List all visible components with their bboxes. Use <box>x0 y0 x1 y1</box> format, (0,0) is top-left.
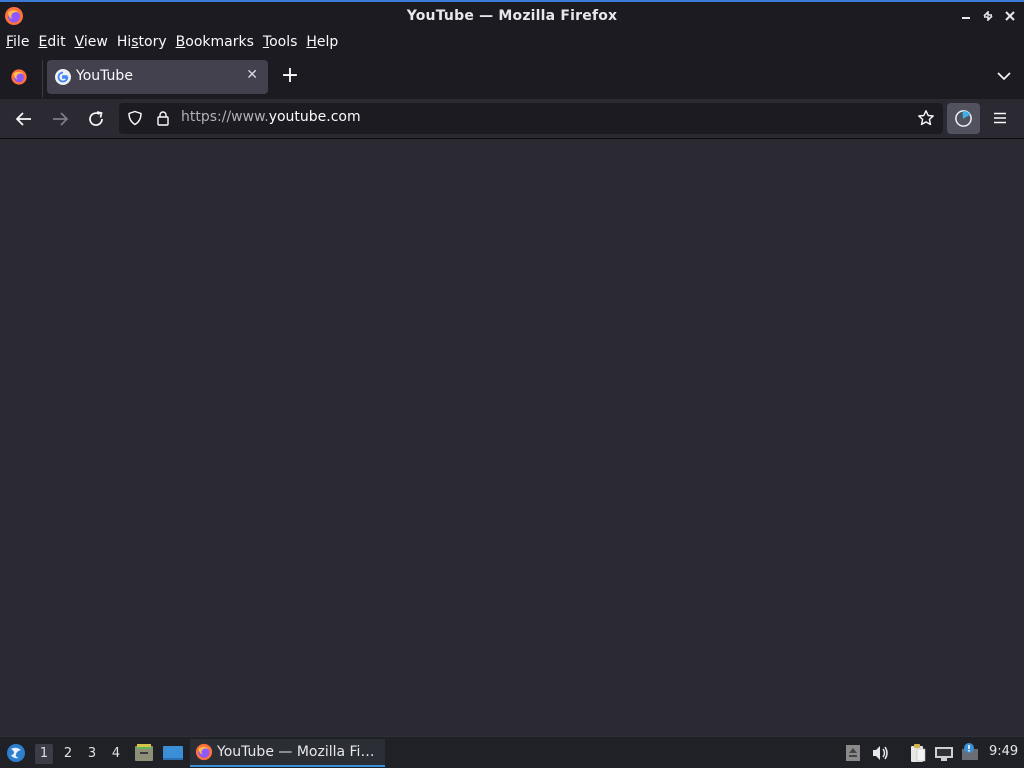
clock[interactable]: 9:49 <box>989 744 1018 759</box>
close-tab-icon[interactable]: ✕ <box>246 67 258 83</box>
network-icon[interactable] <box>934 743 954 763</box>
tracking-protection-shield-icon[interactable] <box>127 110 143 126</box>
hamburger-menu-icon[interactable] <box>991 109 1009 127</box>
notification-icon[interactable] <box>960 743 980 763</box>
lock-icon[interactable] <box>155 110 171 126</box>
minimize-button[interactable] <box>958 8 974 24</box>
timer-extension-icon <box>955 110 972 127</box>
menu-view[interactable]: View <box>75 34 108 50</box>
navigation-toolbar: https://www.youtube.com <box>0 99 1024 139</box>
file-manager-icon[interactable] <box>133 743 155 763</box>
firefox-view-icon[interactable] <box>10 68 28 86</box>
menu-tools[interactable]: Tools <box>263 34 298 50</box>
forward-arrow-icon[interactable] <box>50 109 70 129</box>
window-title: YouTube — Mozilla Firefox <box>406 8 618 24</box>
window-titlebar[interactable]: YouTube — Mozilla Firefox <box>0 0 1024 30</box>
menu-file[interactable]: File <box>6 34 29 50</box>
clipboard-icon[interactable] <box>907 743 927 763</box>
workspace-1[interactable]: 1 <box>35 744 53 764</box>
screen: YouTube — Mozilla Firefox File Edit View… <box>0 0 1024 768</box>
tab-title: YouTube <box>76 68 133 84</box>
workspace-2[interactable]: 2 <box>59 744 77 764</box>
taskbar: 1 2 3 4 YouTube — Mozilla Fi… 9:49 <box>0 736 1024 768</box>
menu-edit[interactable]: Edit <box>38 34 65 50</box>
bookmark-star-icon[interactable] <box>917 109 935 127</box>
tab-youtube[interactable]: YouTube ✕ <box>47 60 268 94</box>
close-window-button[interactable] <box>1002 8 1018 24</box>
restore-button[interactable] <box>980 8 996 24</box>
removable-media-icon[interactable] <box>843 743 863 763</box>
window-controls <box>958 8 1018 24</box>
google-g-icon <box>55 69 71 85</box>
menu-bar: File Edit View History Bookmarks Tools H… <box>0 30 1024 54</box>
workspace-3[interactable]: 3 <box>83 744 101 764</box>
workspace-4[interactable]: 4 <box>107 744 125 764</box>
show-desktop-icon[interactable] <box>162 743 184 763</box>
volume-icon[interactable] <box>870 743 890 763</box>
taskbar-task-firefox[interactable]: YouTube — Mozilla Fi… <box>190 739 385 767</box>
url-bar[interactable]: https://www.youtube.com <box>119 103 943 134</box>
menu-history[interactable]: History <box>117 34 167 50</box>
extension-button[interactable] <box>947 103 980 134</box>
chevron-down-icon[interactable] <box>996 68 1012 84</box>
firefox-icon[interactable] <box>4 6 24 26</box>
firefox-icon <box>195 743 213 761</box>
url-text[interactable]: https://www.youtube.com <box>181 109 361 125</box>
task-label: YouTube — Mozilla Fi… <box>217 744 375 760</box>
start-menu-icon[interactable] <box>6 743 26 763</box>
back-arrow-icon[interactable] <box>14 109 34 129</box>
menu-bookmarks[interactable]: Bookmarks <box>176 34 254 50</box>
tab-separator <box>42 60 43 98</box>
menu-help[interactable]: Help <box>306 34 338 50</box>
reload-icon[interactable] <box>86 109 106 129</box>
new-tab-button[interactable]: + <box>280 65 300 87</box>
tab-strip: YouTube ✕ + <box>0 54 1024 99</box>
page-content[interactable] <box>0 140 1024 736</box>
